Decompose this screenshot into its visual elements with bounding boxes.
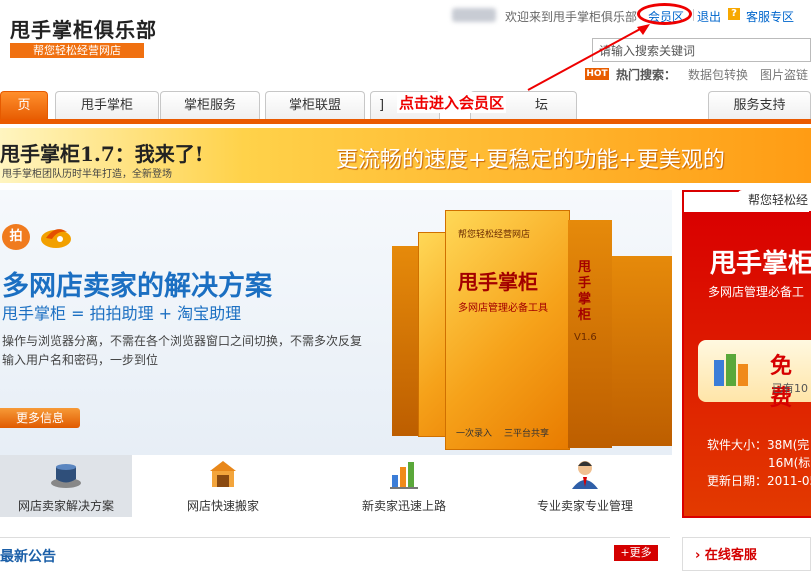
banner-slogan: 更流畅的速度+更稳定的功能+更美观的 — [336, 148, 725, 173]
hero-desc-line: 输入用户名和密码，一步到位 — [2, 353, 159, 367]
free-sublabel: 已有10 — [772, 382, 808, 395]
logout-link[interactable]: 退出 — [697, 8, 721, 25]
box-spine-title: 甩手掌柜 — [578, 260, 592, 323]
software-size: 软件大小：38M(完 — [707, 438, 810, 452]
customer-service-link[interactable]: 客服专区 — [746, 8, 794, 25]
user-icon — [572, 461, 598, 489]
product-box-spine: 甩手掌柜 V1.6 — [568, 220, 612, 448]
tab-shuaishou[interactable]: 甩手掌柜 — [55, 91, 159, 121]
online-support-link[interactable]: › 在线客服 — [695, 544, 757, 563]
online-support-label: 在线客服 — [704, 548, 757, 563]
download-icon — [714, 354, 748, 386]
site-slogan: 帮您轻松经营网店 — [10, 43, 144, 58]
box-label: 三平台共享 — [504, 429, 550, 439]
nav-underline — [0, 119, 811, 124]
banner-subtitle: 甩手掌柜团队历时半年打造，全新登场 — [2, 169, 172, 180]
box-title: 甩手掌柜 — [458, 270, 538, 294]
hero-headline: 多网店卖家的解决方案 — [2, 271, 272, 302]
hot-search-link[interactable]: 数据包转换 — [688, 66, 748, 83]
site-logo-title[interactable]: 甩手掌柜俱乐部 — [10, 14, 157, 43]
feature-new-seller[interactable]: 新卖家迅速上路 — [338, 455, 470, 517]
feature-label: 专业卖家专业管理 — [536, 499, 633, 513]
tab-alliance[interactable]: 掌柜联盟 — [265, 91, 365, 121]
product-box-side — [392, 246, 420, 436]
box-version: V1.6 — [574, 332, 597, 343]
feature-solutions[interactable]: 网店卖家解决方案 — [0, 455, 132, 517]
news-more-button[interactable]: +更多 — [614, 545, 658, 561]
tab-home[interactable]: 页 — [0, 91, 48, 121]
box-top-label: 帮您轻松经营网店 — [458, 230, 531, 240]
hero-desc-line: 操作与浏览器分离，不需在各个浏览器窗口之间切换，不需多次反复 — [2, 334, 363, 348]
news-section — [0, 537, 670, 572]
coffee-cup-icon — [51, 464, 81, 488]
divider — [693, 9, 694, 21]
blurred-username — [452, 8, 496, 22]
feature-moving[interactable]: 网店快速搬家 — [157, 455, 289, 517]
promo-subtitle: 多网店管理必备工 — [708, 285, 805, 299]
tab-support[interactable]: 服务支持 — [708, 91, 811, 121]
bar-chart-icon — [390, 462, 418, 489]
store-icon — [210, 461, 236, 487]
promo-tab: 帮您轻松经 — [738, 190, 811, 211]
annotation-text: 点击进入会员区 — [397, 92, 507, 113]
hero-description: 操作与浏览器分离，不需在各个浏览器窗口之间切换，不需多次反复 输入用户名和密码，… — [2, 332, 374, 370]
news-title: 最新公告 — [0, 549, 56, 565]
feature-label: 网店卖家解决方案 — [17, 499, 114, 513]
chevron-right-icon: › — [695, 548, 701, 563]
plus-icon: + — [620, 546, 630, 559]
hot-search-link[interactable]: 图片盗链 — [760, 66, 808, 83]
box-subtitle: 多网店管理必备工具 — [458, 303, 548, 314]
feature-label: 网店快速搬家 — [186, 499, 259, 513]
help-icon: ? — [728, 8, 740, 20]
taobao-icon — [41, 229, 71, 248]
feature-pro-seller[interactable]: 专业卖家专业管理 — [519, 455, 651, 517]
tab-services[interactable]: 掌柜服务 — [160, 91, 260, 121]
annotation-arrow-icon — [527, 24, 650, 91]
paipai-icon: 拍 — [2, 224, 30, 250]
banner-title: 甩手掌柜1.7：我来了! — [0, 142, 204, 166]
hero-subheadline: 甩手掌柜 = 拍拍助理 + 淘宝助理 — [2, 304, 242, 323]
product-box-right — [612, 256, 672, 446]
software-size-2: 16M(标 — [768, 456, 811, 470]
news-more-label: 更多 — [629, 546, 652, 559]
promo-title: 甩手掌柜 — [710, 249, 811, 279]
box-label: 一次录入 — [456, 429, 493, 439]
feature-label: 新卖家迅速上路 — [361, 499, 446, 513]
product-box-front: 甩手掌柜 多网店管理必备工具 帮您轻松经营网店 一次录入 三平台共享 — [445, 210, 570, 450]
update-date: 更新日期：2011-05 — [707, 474, 811, 488]
more-info-button[interactable]: 更多信息 — [0, 408, 80, 428]
